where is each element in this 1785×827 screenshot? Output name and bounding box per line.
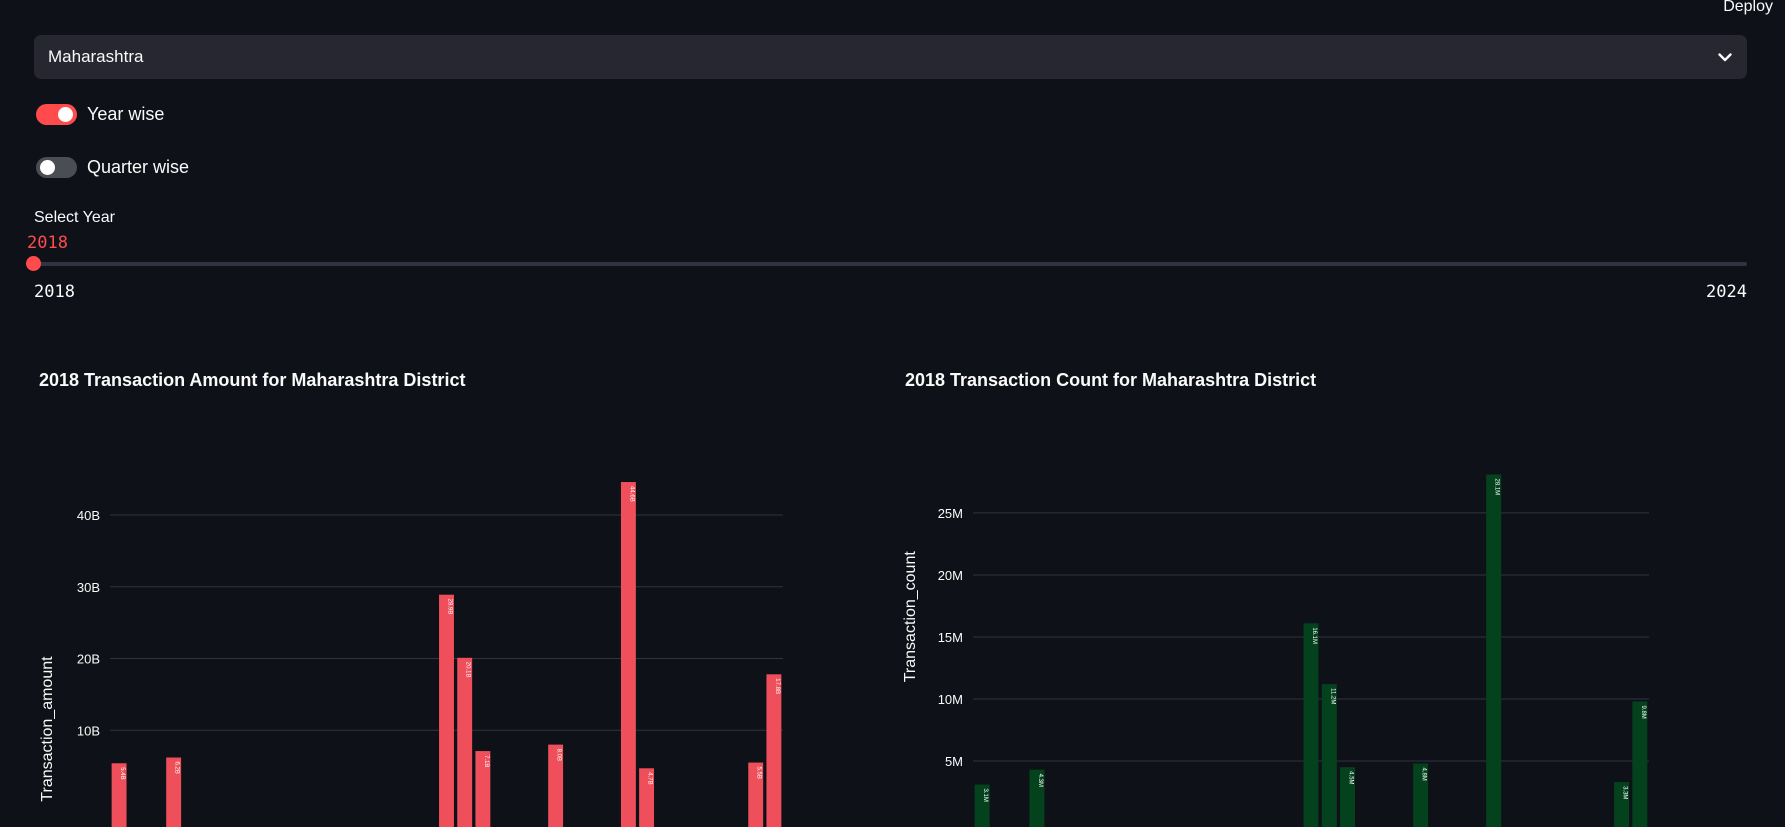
bar[interactable]: [1486, 474, 1502, 827]
transaction-amount-chart: 2018 Transaction Amount for Maharashtra …: [0, 360, 800, 827]
y-axis-label: Transaction_count: [902, 551, 919, 683]
bar-data-label: 4.7B: [647, 772, 653, 784]
quarter-wise-label: Quarter wise: [87, 157, 190, 177]
y-tick-label: 25M: [938, 506, 963, 521]
bar-data-label: 28.1M: [1494, 478, 1500, 495]
state-select-value: Maharashtra: [48, 47, 144, 66]
quarter-wise-toggle[interactable]: [36, 157, 77, 178]
bar-data-label: 3.3M: [1622, 786, 1628, 799]
bar-data-label: 6.2B: [174, 762, 180, 774]
amount-chart-svg: 10B 20B 30B 40B Transaction_amount 5.4B 6.2B 28…: [39, 482, 783, 827]
toggle-knob: [58, 107, 73, 122]
bar-data-label: 16.1M: [1311, 627, 1317, 644]
bar[interactable]: [766, 674, 782, 827]
bar[interactable]: [439, 594, 454, 827]
deploy-button[interactable]: Deploy: [1723, 0, 1773, 16]
bar[interactable]: [457, 657, 473, 827]
bar-data-label: 4.3M: [1037, 774, 1043, 787]
quarter-wise-toggle-row[interactable]: Quarter wise: [36, 157, 189, 178]
bar-data-label: 7.1B: [483, 755, 489, 767]
bar-data-label: 17.8B: [774, 678, 780, 694]
transaction-count-chart: 2018 Transaction Count for Maharashtra D…: [866, 360, 1666, 827]
y-tick-label: 20B: [77, 652, 100, 667]
bar-data-label: 5.4B: [119, 767, 125, 779]
toggle-knob: [40, 160, 55, 175]
year-wise-label: Year wise: [87, 104, 165, 124]
count-chart-svg: 5M 10M 15M 20M 25M Transaction_count 3.1M 4.3M 1…: [902, 474, 1649, 827]
y-axis-label: Transaction_amount: [39, 656, 56, 802]
year-slider-track[interactable]: [34, 262, 1747, 266]
y-tick-label: 10B: [77, 723, 100, 738]
bar-data-label: 20.1B: [465, 662, 471, 678]
bar-data-label: 9.8M: [1640, 705, 1646, 718]
bar[interactable]: [1321, 684, 1337, 827]
year-slider-max: 2024: [1706, 282, 1747, 302]
bar-data-label: 4.8M: [1421, 767, 1427, 780]
year-slider-label: Select Year: [34, 209, 115, 226]
y-tick-label: 15M: [938, 630, 963, 645]
bar-data-label: 5.5B: [756, 767, 762, 779]
bar-data-label: 3.1M: [982, 789, 988, 802]
year-slider-min: 2018: [34, 282, 75, 302]
year-slider-thumb[interactable]: [26, 256, 41, 271]
bar-data-label: 11.2M: [1329, 688, 1335, 704]
year-wise-toggle[interactable]: [36, 104, 77, 125]
state-select[interactable]: Maharashtra: [34, 35, 1747, 79]
y-tick-label: 40B: [77, 508, 100, 523]
bar-data-label: 44.6B: [628, 486, 634, 502]
y-tick-label: 30B: [77, 580, 100, 595]
bar[interactable]: [1303, 623, 1319, 827]
y-tick-label: 20M: [938, 568, 963, 583]
y-tick-label: 5M: [945, 754, 963, 769]
bar-data-label: 28.9B: [447, 599, 453, 615]
bar[interactable]: [1632, 701, 1648, 827]
year-slider-current-value: 2018: [27, 233, 68, 253]
year-wise-toggle-row[interactable]: Year wise: [36, 104, 164, 125]
chevron-down-icon[interactable]: [1717, 49, 1733, 65]
bar-data-label: 8.0B: [556, 749, 562, 761]
bar-data-label: 4.5M: [1348, 771, 1354, 784]
bar[interactable]: [620, 482, 636, 827]
y-tick-label: 10M: [938, 692, 963, 707]
